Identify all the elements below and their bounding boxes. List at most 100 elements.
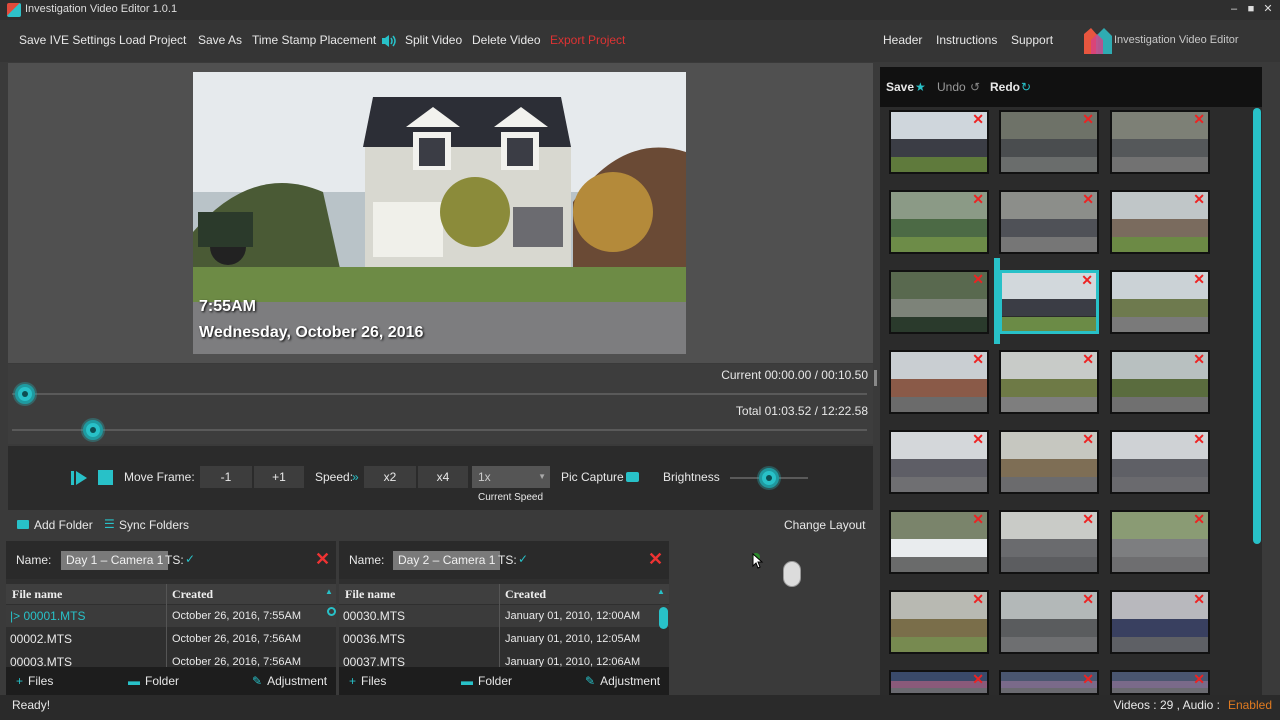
close-window-icon[interactable]: ✕ — [1261, 2, 1275, 16]
video-thumbnail[interactable]: ✕ — [889, 670, 989, 695]
speaker-icon[interactable] — [380, 33, 398, 49]
video-thumbnail[interactable]: ✕ — [889, 110, 989, 174]
remove-thumbnail-icon[interactable]: ✕ — [972, 432, 984, 446]
files-button[interactable]: + Files — [16, 674, 53, 688]
remove-thumbnail-icon[interactable]: ✕ — [1193, 192, 1205, 206]
panel-scroll-handle[interactable] — [327, 607, 336, 616]
frame-back-button[interactable]: -1 — [200, 466, 252, 488]
remove-thumbnail-icon[interactable]: ✕ — [1193, 272, 1205, 286]
video-thumbnail[interactable]: ✕ — [889, 350, 989, 414]
menu-load-project[interactable]: Load Project — [119, 33, 186, 47]
remove-thumbnail-icon[interactable]: ✕ — [1082, 352, 1094, 366]
video-thumbnail[interactable]: ✕ — [889, 190, 989, 254]
video-thumbnail[interactable]: ✕ — [999, 670, 1099, 695]
pic-capture-button[interactable]: Pic Capture — [561, 470, 624, 484]
menu-instructions[interactable]: Instructions — [936, 33, 997, 47]
remove-thumbnail-icon[interactable]: ✕ — [972, 352, 984, 366]
video-thumbnail[interactable]: ✕ — [1110, 590, 1210, 654]
menu-split-video[interactable]: Split Video — [405, 33, 462, 47]
video-thumbnail[interactable]: ✕ — [889, 590, 989, 654]
video-thumbnail[interactable]: ✕ — [1110, 510, 1210, 574]
current-track[interactable] — [12, 393, 867, 395]
remove-thumbnail-icon[interactable]: ✕ — [1082, 512, 1094, 526]
video-thumbnail[interactable]: ✕ — [1110, 190, 1210, 254]
panel-name-input[interactable]: Day 2 – Camera 1 — [393, 551, 501, 570]
menu-header[interactable]: Header — [883, 33, 922, 47]
speed-x2-button[interactable]: x2 — [364, 466, 416, 488]
remove-thumbnail-icon[interactable]: ✕ — [972, 672, 984, 686]
remove-thumbnail-icon[interactable]: ✕ — [972, 592, 984, 606]
menu-export-project[interactable]: Export Project — [550, 33, 625, 47]
video-thumbnail[interactable]: ✕ — [999, 270, 1099, 334]
table-row[interactable]: 00037.MTS January 01, 2010, 12:06AM — [339, 651, 669, 667]
folder-button[interactable]: ▬ Folder — [461, 674, 512, 688]
frame-forward-button[interactable]: +1 — [254, 466, 304, 488]
remove-thumbnail-icon[interactable]: ✕ — [972, 272, 984, 286]
thumbnail-scrollbar[interactable] — [1253, 108, 1261, 544]
remove-thumbnail-icon[interactable]: ✕ — [1082, 432, 1094, 446]
total-track[interactable] — [12, 429, 867, 431]
add-folder-button[interactable]: Add Folder — [34, 518, 93, 532]
col-file-name[interactable]: File name — [345, 587, 395, 602]
remove-thumbnail-icon[interactable]: ✕ — [1081, 273, 1093, 287]
menu-time-stamp-placement[interactable]: Time Stamp Placement — [252, 33, 376, 47]
table-row[interactable]: 00003.MTS October 26, 2016, 7:56AM — [6, 651, 336, 667]
menu-delete-video[interactable]: Delete Video — [472, 33, 541, 47]
adjustment-button[interactable]: ✎ Adjustment — [252, 674, 327, 688]
video-frame[interactable]: 7:55AM Wednesday, October 26, 2016 — [193, 72, 686, 354]
undo-button[interactable]: Undo — [937, 80, 966, 94]
remove-thumbnail-icon[interactable]: ✕ — [972, 512, 984, 526]
current-scrub-handle[interactable] — [14, 384, 35, 404]
remove-thumbnail-icon[interactable]: ✕ — [1082, 192, 1094, 206]
remove-thumbnail-icon[interactable]: ✕ — [972, 192, 984, 206]
speed-select[interactable]: 1x ▼ — [472, 466, 550, 488]
remove-thumbnail-icon[interactable]: ✕ — [1193, 512, 1205, 526]
panel-scrollbar[interactable] — [659, 607, 668, 629]
resize-grip[interactable] — [874, 370, 877, 386]
remove-thumbnail-icon[interactable]: ✕ — [1082, 672, 1094, 686]
stop-icon[interactable] — [98, 470, 113, 485]
folder-button[interactable]: ▬ Folder — [128, 674, 179, 688]
remove-thumbnail-icon[interactable]: ✕ — [1193, 672, 1205, 686]
remove-thumbnail-icon[interactable]: ✕ — [1193, 592, 1205, 606]
video-thumbnail[interactable]: ✕ — [1110, 350, 1210, 414]
remove-thumbnail-icon[interactable]: ✕ — [1193, 432, 1205, 446]
table-row[interactable]: |> 00001.MTS October 26, 2016, 7:55AM — [6, 605, 336, 627]
sync-folders-button[interactable]: Sync Folders — [119, 518, 189, 532]
col-created[interactable]: Created — [505, 587, 546, 602]
remove-thumbnail-icon[interactable]: ✕ — [1193, 352, 1205, 366]
table-row[interactable]: 00036.MTS January 01, 2010, 12:05AM — [339, 628, 669, 650]
panel-name-input[interactable]: Day 1 – Camera 1 — [61, 551, 169, 570]
video-thumbnail[interactable]: ✕ — [999, 190, 1099, 254]
menu-save-ive-settings[interactable]: Save IVE Settings — [19, 33, 116, 47]
remove-thumbnail-icon[interactable]: ✕ — [1082, 112, 1094, 126]
files-button[interactable]: + Files — [349, 674, 386, 688]
close-panel-icon[interactable]: ✕ — [315, 550, 330, 568]
video-thumbnail[interactable]: ✕ — [889, 270, 989, 334]
video-thumbnail[interactable]: ✕ — [889, 510, 989, 574]
speed-x4-button[interactable]: x4 — [418, 466, 468, 488]
maximize-icon[interactable]: ■ — [1244, 2, 1258, 16]
ts-checkbox[interactable]: ✓ — [185, 552, 195, 566]
video-thumbnail[interactable]: ✕ — [889, 430, 989, 494]
video-thumbnail[interactable]: ✕ — [999, 510, 1099, 574]
video-thumbnail[interactable]: ✕ — [1110, 270, 1210, 334]
table-row[interactable]: 00030.MTS January 01, 2010, 12:00AM — [339, 605, 669, 627]
redo-button[interactable]: Redo — [990, 80, 1020, 94]
video-thumbnail[interactable]: ✕ — [999, 350, 1099, 414]
video-thumbnail[interactable]: ✕ — [1110, 670, 1210, 695]
close-panel-icon[interactable]: ✕ — [648, 550, 663, 568]
camera-icon[interactable] — [626, 472, 639, 482]
video-thumbnail[interactable]: ✕ — [999, 110, 1099, 174]
change-layout-button[interactable]: Change Layout — [784, 518, 865, 532]
adjustment-button[interactable]: ✎ Adjustment — [585, 674, 660, 688]
play-icon[interactable] — [70, 470, 88, 486]
save-button[interactable]: Save — [886, 80, 914, 94]
sort-asc-icon[interactable]: ▲ — [657, 587, 665, 596]
remove-thumbnail-icon[interactable]: ✕ — [1193, 112, 1205, 126]
col-created[interactable]: Created — [172, 587, 213, 602]
sort-asc-icon[interactable]: ▲ — [325, 587, 333, 596]
video-thumbnail[interactable]: ✕ — [999, 430, 1099, 494]
minimize-icon[interactable]: ‒ — [1227, 2, 1241, 16]
brightness-slider[interactable] — [759, 468, 779, 488]
